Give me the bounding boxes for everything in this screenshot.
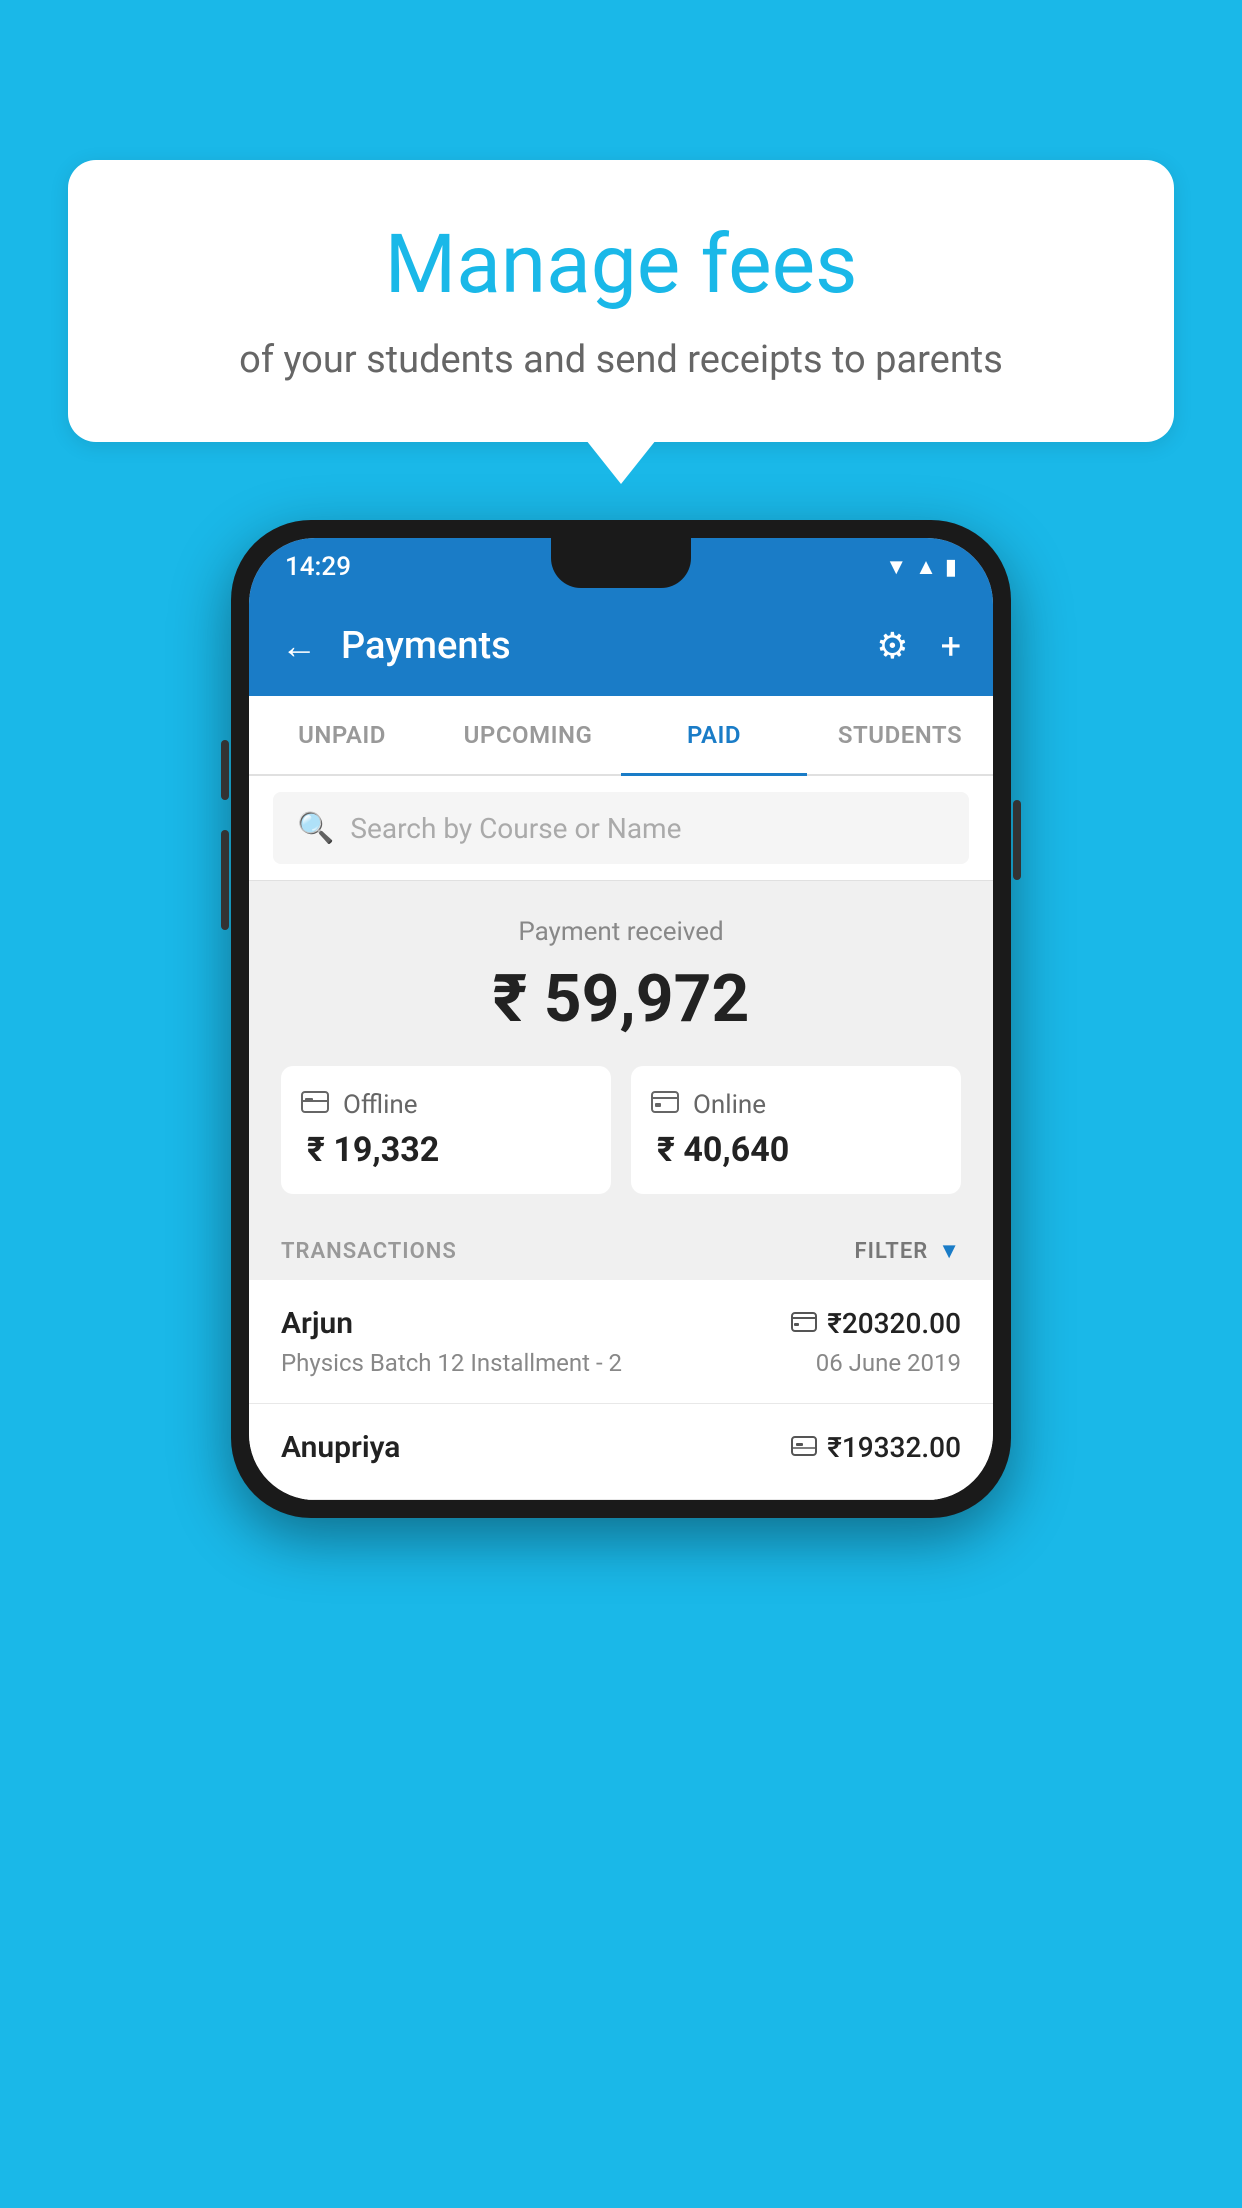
wifi-icon: ▼ (885, 554, 907, 580)
status-time: 14:29 (285, 552, 351, 582)
search-placeholder: Search by Course or Name (350, 812, 681, 845)
transaction-name-arjun: Arjun (281, 1306, 353, 1341)
tab-students[interactable]: STUDENTS (807, 696, 993, 774)
add-icon[interactable]: + (941, 625, 961, 667)
offline-payment-icon-anupriya (791, 1433, 817, 1463)
transactions-header: TRANSACTIONS FILTER ▼ (249, 1222, 993, 1280)
offline-label: Offline (343, 1090, 418, 1120)
settings-icon[interactable]: ⚙ (876, 625, 908, 667)
app-bar-actions: ⚙ + (876, 625, 961, 667)
transaction-date-arjun: 06 June 2019 (816, 1349, 961, 1377)
offline-amount: ₹ 19,332 (301, 1130, 439, 1170)
phone-screen: 14:29 ▼ ▲ ▮ ← Payments ⚙ + UNPAID (249, 538, 993, 1500)
tab-unpaid[interactable]: UNPAID (249, 696, 435, 774)
status-bar: 14:29 ▼ ▲ ▮ (249, 538, 993, 596)
app-bar-title: Payments (341, 624, 876, 668)
volume-up-button (221, 740, 229, 800)
search-bar[interactable]: 🔍 Search by Course or Name (273, 792, 969, 864)
offline-icon (301, 1090, 329, 1120)
battery-icon: ▮ (945, 555, 957, 580)
payment-cards: Offline ₹ 19,332 (281, 1066, 961, 1194)
online-label: Online (693, 1090, 766, 1120)
offline-card-header: Offline (301, 1090, 418, 1120)
app-bar: ← Payments ⚙ + (249, 596, 993, 696)
table-row[interactable]: Anupriya ₹19332.00 (249, 1404, 993, 1500)
bubble-title: Manage fees (118, 220, 1124, 310)
transaction-name-anupriya: Anupriya (281, 1430, 400, 1465)
offline-card: Offline ₹ 19,332 (281, 1066, 611, 1194)
online-card-header: Online (651, 1090, 766, 1120)
speech-bubble: Manage fees of your students and send re… (68, 160, 1174, 442)
table-row[interactable]: Arjun ₹20320.00 Physics Batch 1 (249, 1280, 993, 1404)
tab-upcoming[interactable]: UPCOMING (435, 696, 621, 774)
filter-button[interactable]: FILTER ▼ (855, 1238, 961, 1264)
search-icon: 🔍 (297, 811, 334, 846)
online-card: Online ₹ 40,640 (631, 1066, 961, 1194)
transaction-amount-container-arjun: ₹20320.00 (791, 1307, 961, 1340)
search-container: 🔍 Search by Course or Name (249, 776, 993, 881)
transaction-top-anupriya: Anupriya ₹19332.00 (281, 1430, 961, 1465)
transaction-top-arjun: Arjun ₹20320.00 (281, 1306, 961, 1341)
payment-summary: Payment received ₹ 59,972 (249, 881, 993, 1222)
filter-icon: ▼ (938, 1238, 961, 1264)
status-icons: ▼ ▲ ▮ (885, 554, 957, 580)
bubble-subtitle: of your students and send receipts to pa… (118, 334, 1124, 387)
signal-icon: ▲ (915, 554, 937, 580)
online-payment-icon-arjun (791, 1309, 817, 1339)
online-icon (651, 1090, 679, 1120)
notch (551, 538, 691, 588)
tabs-bar: UNPAID UPCOMING PAID STUDENTS (249, 696, 993, 776)
power-button (1013, 800, 1021, 880)
transaction-bottom-arjun: Physics Batch 12 Installment - 2 06 June… (281, 1349, 961, 1377)
transactions-label: TRANSACTIONS (281, 1239, 457, 1264)
back-button[interactable]: ← (281, 625, 317, 667)
transaction-amount-arjun: ₹20320.00 (827, 1307, 961, 1340)
filter-label: FILTER (855, 1239, 929, 1264)
transaction-course-arjun: Physics Batch 12 Installment - 2 (281, 1349, 622, 1377)
transaction-amount-container-anupriya: ₹19332.00 (791, 1431, 961, 1464)
transaction-amount-anupriya: ₹19332.00 (827, 1431, 961, 1464)
online-amount: ₹ 40,640 (651, 1130, 789, 1170)
phone-frame: 14:29 ▼ ▲ ▮ ← Payments ⚙ + UNPAID (231, 520, 1011, 1518)
payment-total-amount: ₹ 59,972 (281, 961, 961, 1038)
payment-received-label: Payment received (281, 917, 961, 947)
volume-down-button (221, 830, 229, 930)
speech-bubble-container: Manage fees of your students and send re… (68, 160, 1174, 442)
tab-paid[interactable]: PAID (621, 696, 807, 774)
phone-container: 14:29 ▼ ▲ ▮ ← Payments ⚙ + UNPAID (231, 520, 1011, 1518)
